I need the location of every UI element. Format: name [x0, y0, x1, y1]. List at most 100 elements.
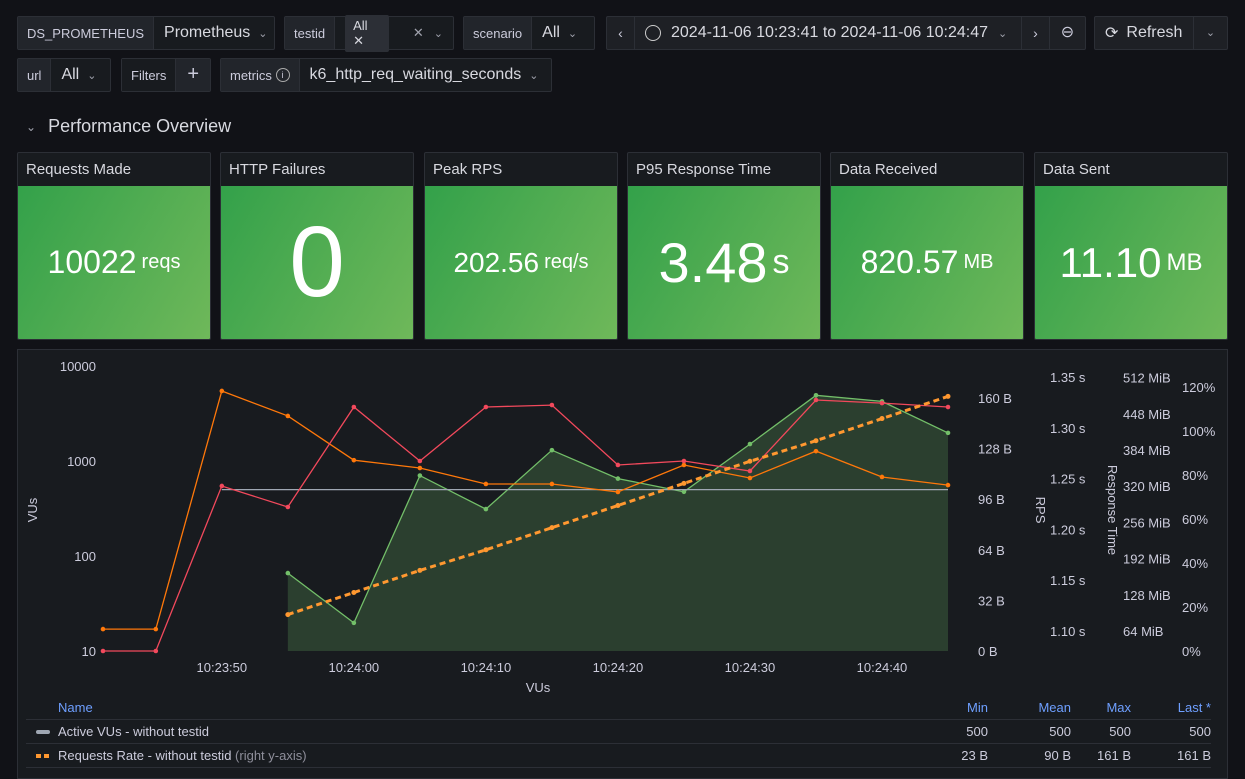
data-point — [945, 404, 951, 410]
testid-chip: All — [353, 17, 368, 33]
y-pct-tick: 80% — [1182, 468, 1208, 483]
stat-value: 11.10 — [1059, 238, 1162, 286]
legend-col-name[interactable]: Name — [58, 700, 93, 715]
stat-unit: reqs — [141, 251, 181, 273]
legend-min: 500 — [966, 724, 988, 739]
metrics-picker[interactable]: metrics i k6_http_req_waiting_seconds ⌄ — [220, 58, 552, 92]
legend-max: 161 B — [1097, 748, 1131, 763]
y-rps-tick: 1.30 s — [1050, 421, 1086, 436]
time-back-button[interactable]: ‹ — [607, 17, 635, 49]
refresh-interval-dropdown[interactable]: ⌄ — [1193, 17, 1227, 49]
series-color-swatch[interactable] — [36, 753, 50, 758]
y-mib-tick: 128 MiB — [1123, 588, 1171, 603]
y-rps-tick: 1.10 s — [1050, 624, 1086, 639]
x-tick: 10:24:40 — [857, 660, 908, 675]
datasource-label: DS_PROMETHEUS — [18, 17, 155, 49]
stat-value: 202.56 — [453, 246, 540, 278]
data-point — [681, 458, 687, 464]
data-point — [747, 468, 753, 474]
legend-col-min[interactable]: Min — [967, 700, 988, 715]
y-rps-tick: 1.15 s — [1050, 573, 1086, 588]
data-point — [417, 473, 423, 478]
data-point — [285, 413, 291, 419]
refresh-picker[interactable]: ⟳ Refresh ⌄ — [1094, 16, 1228, 50]
data-point — [813, 397, 819, 403]
y-mib-tick: 192 MiB — [1123, 552, 1171, 567]
timeseries-chart[interactable]: 10 100 1000 10000 VUs 10:23:50 10:24:00 10:24:1… — [18, 350, 1229, 695]
chevron-down-icon: ⌄ — [567, 27, 578, 40]
chevron-down-icon: ⌄ — [529, 69, 539, 82]
scenario-label: scenario — [464, 17, 533, 49]
x-tick: 10:23:50 — [197, 660, 248, 675]
testid-label: testid — [285, 17, 336, 49]
data-point — [747, 458, 753, 464]
url-picker[interactable]: url All ⌄ — [17, 58, 111, 92]
legend-series-name[interactable]: Requests Rate - without testid — [58, 748, 231, 763]
stat-requests-made: Requests Made 10022 reqs — [17, 152, 211, 340]
stat-title: Requests Made — [26, 161, 132, 178]
data-point — [813, 448, 819, 454]
stat-value: 0 — [289, 206, 345, 318]
collapse-chevron-icon: ⌄ — [26, 119, 37, 134]
data-point — [879, 416, 885, 422]
datasource-value: Prometheus — [164, 24, 251, 41]
clock-icon — [645, 25, 661, 41]
zoom-out-icon[interactable]: ⊖ — [1049, 17, 1085, 49]
y-pct-tick: 120% — [1182, 380, 1216, 395]
refresh-button[interactable]: ⟳ Refresh — [1095, 23, 1193, 43]
data-point — [615, 503, 621, 509]
data-point — [351, 457, 357, 463]
y-left-tick: 100 — [74, 549, 96, 564]
data-point — [549, 402, 555, 408]
data-point — [100, 648, 106, 654]
time-picker[interactable]: ‹ 2024-11-06 10:23:41 to 2024-11-06 10:2… — [606, 16, 1086, 50]
legend-col-mean[interactable]: Mean — [1038, 700, 1071, 715]
remove-chip-icon[interactable]: ✕ — [353, 33, 364, 48]
stat-peak-rps: Peak RPS 202.56 req/s — [424, 152, 618, 340]
data-point — [813, 438, 819, 444]
legend-row[interactable]: Active VUs - without testid 500 500 500 … — [26, 720, 1211, 744]
data-point — [483, 506, 489, 512]
x-tick: 10:24:20 — [593, 660, 644, 675]
chevron-down-icon: ⌄ — [433, 27, 443, 40]
data-point — [747, 441, 753, 447]
y-rps-axis-label: RPS — [1033, 497, 1048, 524]
row-title: Performance Overview — [48, 116, 232, 136]
clear-icon[interactable]: ✕ — [413, 25, 424, 41]
metrics-label: metrics — [230, 67, 272, 83]
y-mib-tick: 512 MiB — [1123, 371, 1171, 386]
data-point — [483, 547, 489, 553]
stat-unit: req/s — [544, 251, 589, 273]
legend-col-last[interactable]: Last * — [1178, 700, 1211, 715]
data-point — [879, 474, 885, 480]
data-point — [285, 570, 291, 576]
scenario-picker[interactable]: scenario All ⌄ — [463, 16, 595, 50]
chevron-down-icon: ⌄ — [998, 27, 1008, 40]
time-forward-button[interactable]: › — [1021, 17, 1049, 49]
data-point — [813, 392, 819, 398]
stat-title: Peak RPS — [433, 161, 503, 178]
legend-row[interactable]: Requests Rate - without testid (right y-… — [26, 744, 1211, 768]
legend-col-max[interactable]: Max — [1106, 700, 1131, 715]
stat-data-sent: Data Sent 11.10 MB — [1034, 152, 1228, 340]
series-color-swatch[interactable] — [36, 729, 50, 734]
row-header[interactable]: ⌄ Performance Overview — [26, 116, 231, 137]
time-range-button[interactable]: 2024-11-06 10:23:41 to 2024-11-06 10:24:… — [635, 24, 1021, 42]
stat-title: P95 Response Time — [636, 161, 772, 178]
testid-picker[interactable]: testid All ✕ ✕ ⌄ — [284, 14, 454, 52]
y-bytes-tick: 160 B — [978, 391, 1012, 406]
data-point — [945, 482, 951, 488]
metrics-value: k6_http_req_waiting_seconds — [309, 66, 522, 83]
x-tick: 10:24:30 — [725, 660, 776, 675]
filters-control[interactable]: Filters + — [121, 58, 211, 92]
datasource-picker[interactable]: DS_PROMETHEUS Prometheus ⌄ — [17, 16, 275, 50]
legend-series-name[interactable]: Active VUs - without testid — [58, 724, 209, 739]
y-left-axis-label: VUs — [25, 497, 40, 522]
add-filter-button[interactable]: + — [176, 59, 210, 91]
data-point — [681, 462, 687, 468]
stat-title: Data Received — [839, 161, 938, 178]
data-point — [483, 404, 489, 410]
legend-last: 161 B — [1177, 748, 1211, 763]
chevron-down-icon: ⌄ — [258, 27, 268, 40]
filters-label: Filters — [122, 59, 177, 91]
